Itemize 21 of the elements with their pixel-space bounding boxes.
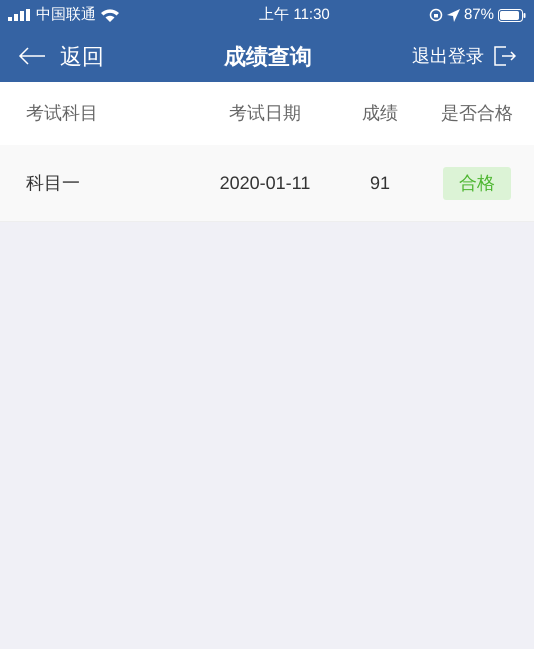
wifi-icon (100, 8, 120, 22)
score-cell-text: 91 (368, 172, 392, 194)
column-header: 考试科目 (25, 102, 99, 125)
column-header: 成绩 (361, 102, 399, 125)
page-title: 成绩查询 (224, 42, 312, 70)
back-arrow-icon (18, 46, 46, 66)
subject-cell-text: 科目一 (25, 172, 81, 194)
result-badge: 合格 (443, 166, 511, 200)
column-header: 是否合格 (440, 102, 514, 125)
logout-button[interactable]: 退出登录 (412, 42, 516, 70)
rotation-lock-icon (428, 8, 443, 22)
column-header: 考试日期 (228, 102, 302, 125)
battery-icon (498, 8, 526, 22)
clock-time: 上午 11:30 (259, 4, 330, 25)
battery-percent: 87% (464, 4, 494, 25)
date-cell-text: 2020-01-11 (218, 172, 312, 194)
location-arrow-icon (446, 8, 460, 22)
back-button[interactable]: 返回 (18, 40, 104, 72)
logout-icon (494, 46, 516, 66)
carrier-name: 中国联通 (36, 4, 96, 25)
signal-icon (8, 9, 32, 21)
